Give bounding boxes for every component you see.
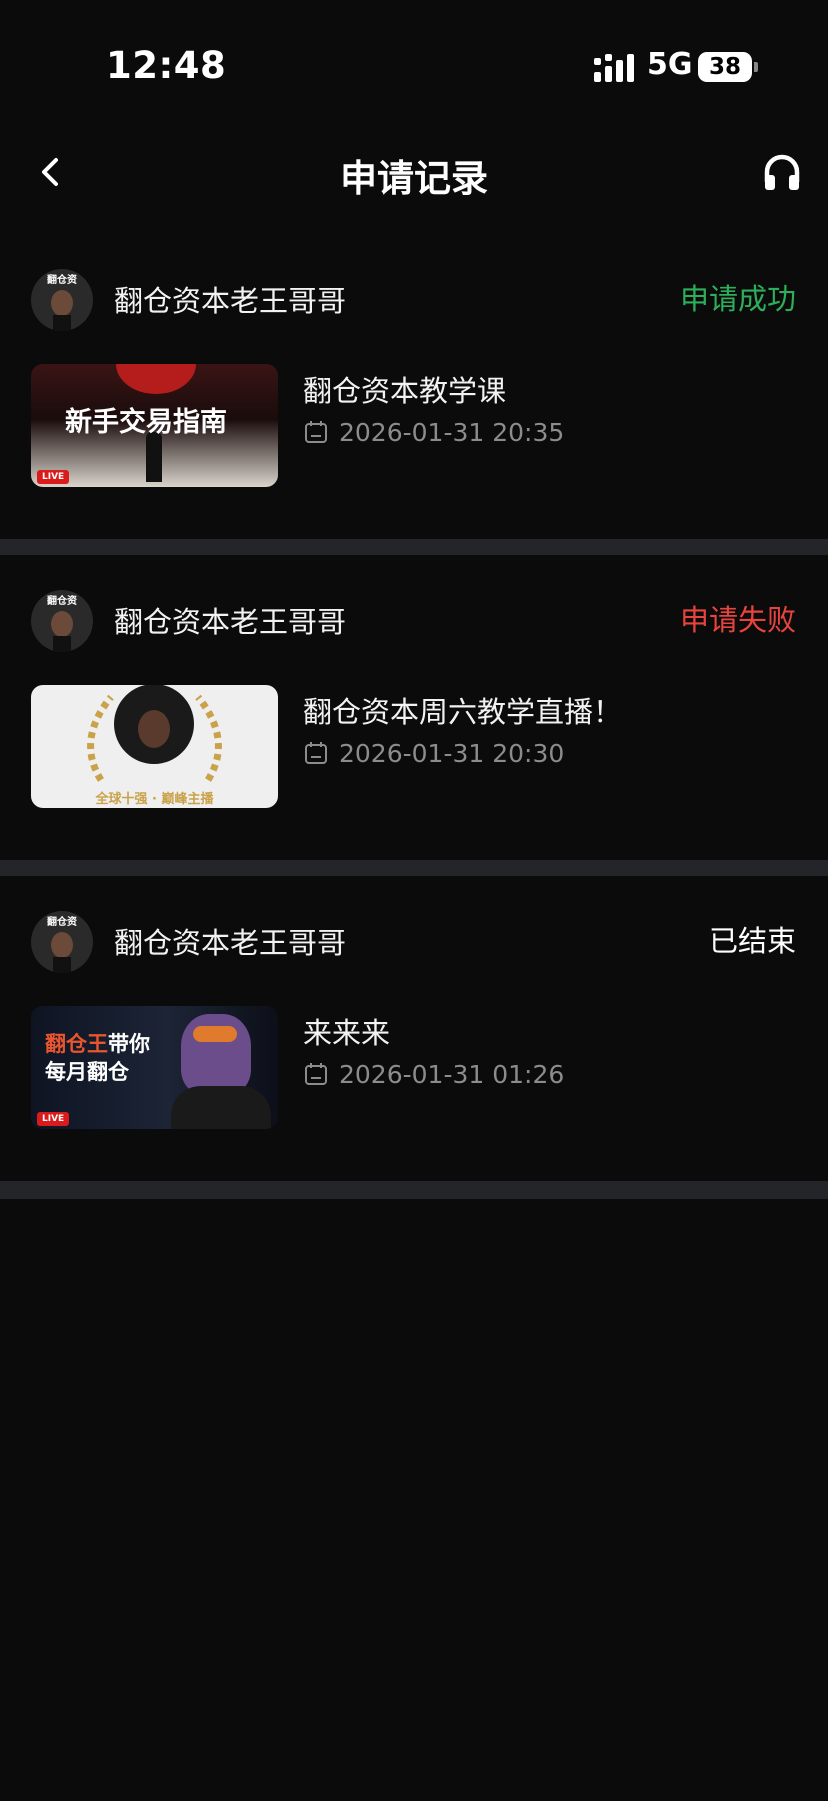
thumbnail-caption: 新手交易指南 <box>65 407 227 438</box>
date-row: 2026-01-31 20:35 <box>303 416 564 448</box>
thumbnail-caption: 每月翻仓 <box>45 1060 129 1084</box>
svg-text:翻仓资: 翻仓资 <box>47 594 77 607</box>
avatar: 翻仓资 <box>31 590 93 652</box>
status-badge: 申请失败 <box>679 603 796 637</box>
network-type: 5G <box>647 47 693 82</box>
avatar: 翻仓资 <box>31 269 93 331</box>
status-time: 12:48 <box>106 44 227 87</box>
avatar: 翻仓资 <box>31 911 93 973</box>
thumbnail-caption: 全球十强 · 巅峰主播 <box>95 792 214 807</box>
course-title: 翻仓资本周六教学直播！ <box>303 695 623 729</box>
record-card[interactable]: 翻仓资 翻仓资本老王哥哥 申请成功 新手交易指南 LIVE 翻仓资本教学课 20… <box>0 234 828 539</box>
live-badge: LIVE <box>37 1112 70 1126</box>
calendar-icon <box>305 742 327 764</box>
headset-icon[interactable] <box>762 152 802 192</box>
host-name: 翻仓资本老王哥哥 <box>114 284 347 318</box>
record-date: 2026-01-31 20:30 <box>339 738 565 768</box>
status-bar: 12:48 5G 38 <box>0 0 828 130</box>
calendar-icon <box>305 421 327 443</box>
record-date: 2026-01-31 20:35 <box>339 417 565 447</box>
live-badge: LIVE <box>37 470 70 484</box>
battery-level: 38 <box>708 54 741 80</box>
course-thumbnail[interactable]: 全球十强 · 巅峰主播 <box>31 685 278 808</box>
thumbnail-caption: 翻仓王带你 <box>45 1032 150 1056</box>
record-card[interactable]: 翻仓资 翻仓资本老王哥哥 申请失败 全球十强 · 巅峰主播 翻仓资本周六教学直播… <box>0 555 828 860</box>
signal-icon <box>594 54 634 82</box>
course-thumbnail[interactable]: 翻仓王带你 每月翻仓 LIVE <box>31 1006 278 1129</box>
svg-text:翻仓资: 翻仓资 <box>47 915 77 928</box>
course-thumbnail[interactable]: 新手交易指南 LIVE <box>31 364 278 487</box>
date-row: 2026-01-31 20:30 <box>303 737 564 769</box>
calendar-icon <box>305 1063 327 1085</box>
battery-icon: 38 <box>698 52 758 82</box>
divider <box>0 1181 828 1199</box>
host-name: 翻仓资本老王哥哥 <box>114 926 347 960</box>
status-badge: 申请成功 <box>679 282 796 316</box>
nav-bar: 申请记录 <box>0 130 828 216</box>
record-date: 2026-01-31 01:26 <box>339 1059 565 1089</box>
svg-text:翻仓资: 翻仓资 <box>47 273 77 286</box>
course-title: 翻仓资本教学课 <box>303 374 507 408</box>
date-row: 2026-01-31 01:26 <box>303 1058 564 1090</box>
course-title: 来来来 <box>303 1016 391 1050</box>
status-badge: 已结束 <box>708 924 796 958</box>
page-title: 申请记录 <box>340 157 488 200</box>
record-card[interactable]: 翻仓资 翻仓资本老王哥哥 已结束 翻仓王带你 每月翻仓 LIVE 来来来 202… <box>0 876 828 1181</box>
host-name: 翻仓资本老王哥哥 <box>114 605 347 639</box>
